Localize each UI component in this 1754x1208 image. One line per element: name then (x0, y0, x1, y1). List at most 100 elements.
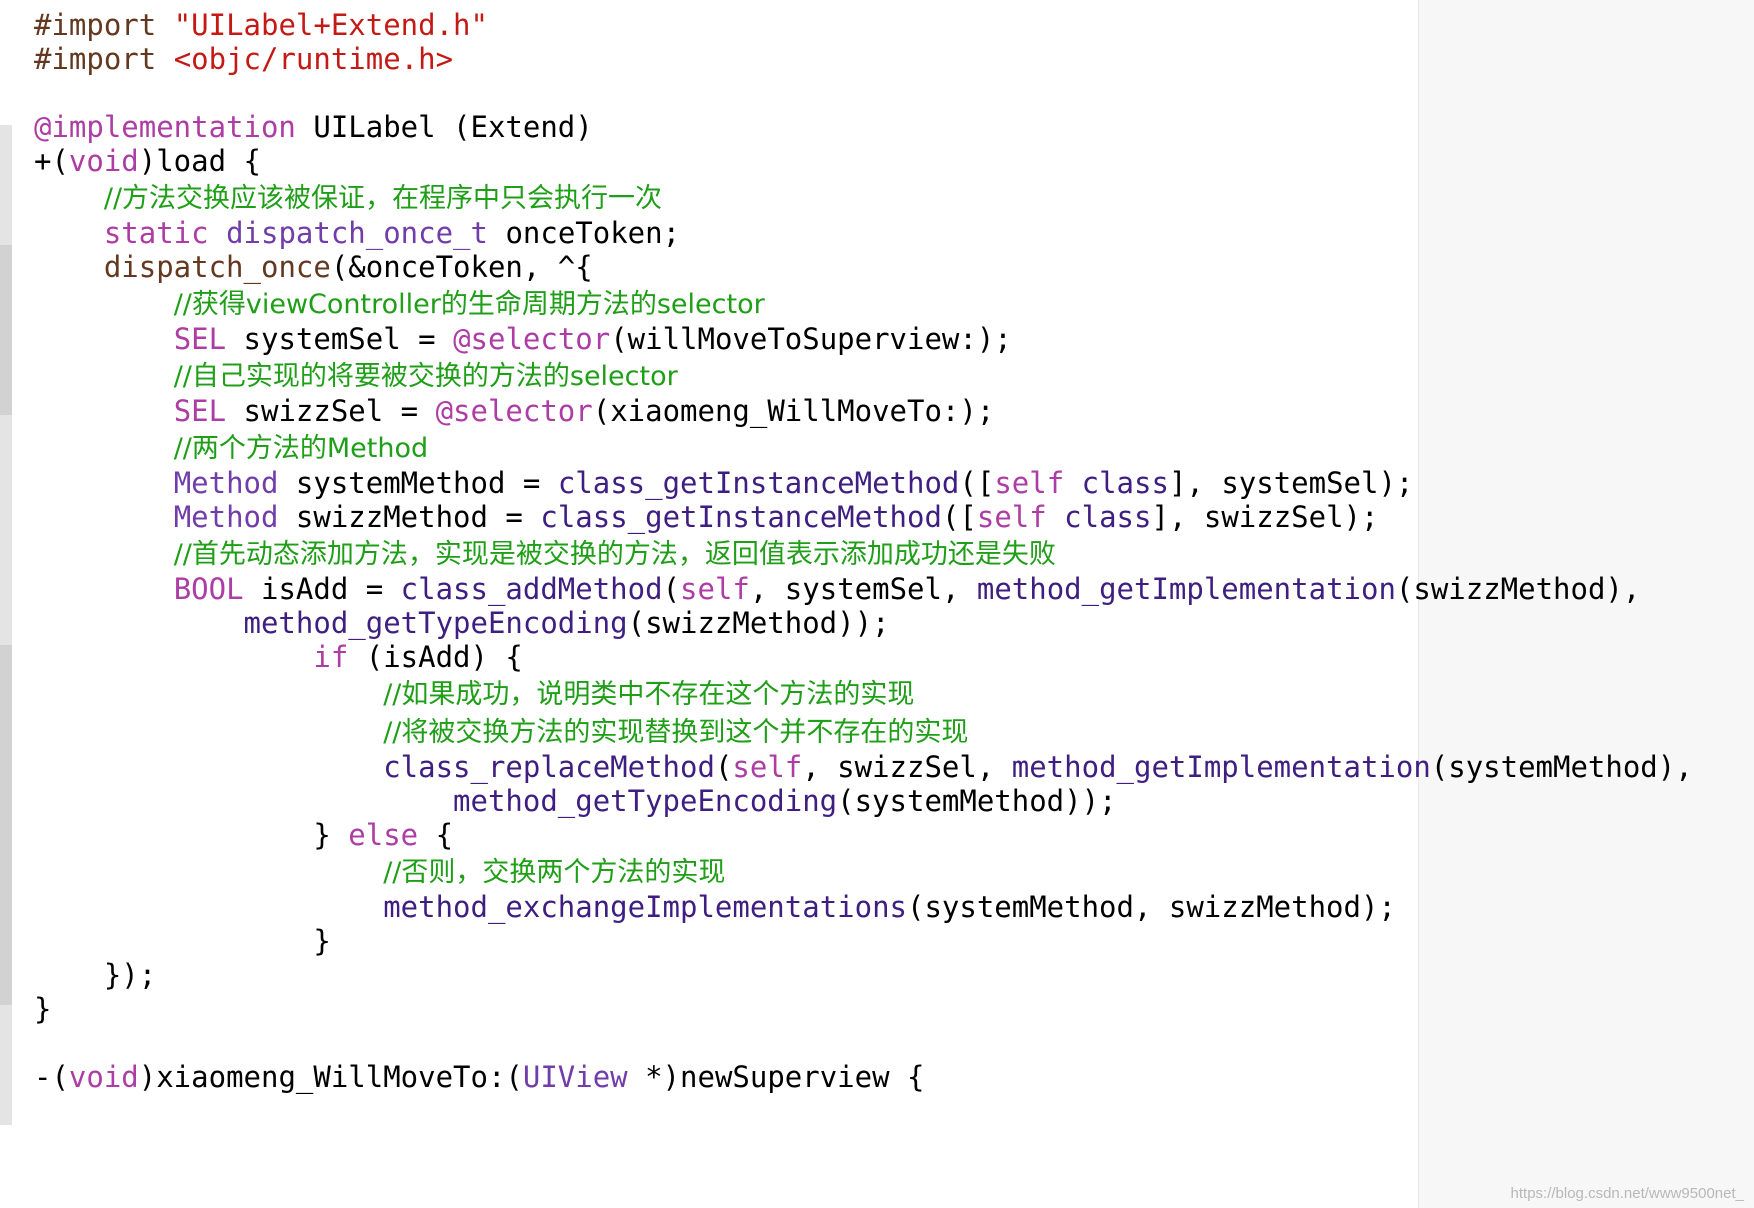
code-line[interactable]: //方法交换应该被保证，在程序中只会执行一次 (34, 178, 1734, 216)
source-code[interactable]: #import "UILabel+Extend.h" #import <objc/… (34, 8, 1734, 1094)
code-token: (systemMethod, swizzMethod); (907, 890, 1396, 924)
code-line[interactable]: Method systemMethod = class_getInstanceM… (34, 466, 1734, 500)
code-token: , systemSel, (749, 572, 977, 606)
code-line[interactable]: dispatch_once(&onceToken, ^{ (34, 250, 1734, 284)
code-line[interactable]: BOOL isAdd = class_addMethod(self, syste… (34, 572, 1734, 606)
code-line[interactable]: } (34, 992, 1734, 1026)
code-token: ( (662, 572, 681, 606)
code-line[interactable]: //获得viewController的生命周期方法的selector (34, 284, 1734, 322)
code-token: UIView (522, 1060, 628, 1094)
code-token: )load { (138, 144, 261, 178)
code-token: else (348, 818, 419, 852)
code-token: //将被交换方法的实现替换到这个并不存在的实现 (383, 717, 969, 748)
fold-marker[interactable] (0, 645, 12, 845)
code-line[interactable]: //自己实现的将要被交换的方法的selector (34, 356, 1734, 394)
code-token: *)newSuperview { (627, 1060, 925, 1094)
code-token: self (994, 466, 1065, 500)
watermark: https://blog.csdn.net/www9500net_ (1510, 1185, 1744, 1202)
code-token: onceToken; (487, 216, 681, 250)
code-line[interactable]: -(void)xiaomeng_WillMoveTo:(UIView *)new… (34, 1060, 1734, 1094)
code-line[interactable]: //两个方法的Method (34, 428, 1734, 466)
code-token: //否则，交换两个方法的实现 (383, 857, 726, 888)
fold-marker[interactable] (0, 245, 12, 415)
code-token: SEL (173, 322, 227, 356)
code-token: (&onceToken, ^{ (330, 250, 593, 284)
code-line[interactable]: static dispatch_once_t onceToken; (34, 216, 1734, 250)
code-line[interactable]: method_getTypeEncoding(systemMethod)); (34, 784, 1734, 818)
code-token: Method (173, 500, 279, 534)
code-line[interactable]: }); (34, 958, 1734, 992)
code-line[interactable]: @implementation UILabel (Extend) (34, 110, 1734, 144)
code-line[interactable]: method_exchangeImplementations(systemMet… (34, 890, 1734, 924)
code-token: (willMoveToSuperview:); (610, 322, 1012, 356)
code-token: <objc/runtime.h> (173, 42, 454, 76)
code-line[interactable]: #import <objc/runtime.h> (34, 42, 1734, 76)
code-line[interactable]: SEL swizzSel = @selector(xiaomeng_WillMo… (34, 394, 1734, 428)
code-token: @implementation (34, 110, 296, 144)
code-token: ], systemSel); (1168, 466, 1414, 500)
code-line[interactable]: SEL systemSel = @selector(willMoveToSupe… (34, 322, 1734, 356)
code-token: class_addMethod (400, 572, 663, 606)
code-token: (xiaomeng_WillMoveTo:); (592, 394, 995, 428)
code-token: method_getTypeEncoding (453, 784, 838, 818)
code-line[interactable]: class_replaceMethod(self, swizzSel, meth… (34, 750, 1734, 784)
code-token: self (732, 750, 803, 784)
code-token: method_getTypeEncoding (243, 606, 628, 640)
code-line[interactable]: } else { (34, 818, 1734, 852)
fold-marker[interactable] (0, 845, 12, 1005)
code-token: //方法交换应该被保证，在程序中只会执行一次 (103, 183, 663, 214)
code-line[interactable]: #import "UILabel+Extend.h" (34, 8, 1734, 42)
code-token: dispatch_once_t (226, 216, 488, 250)
code-token: swizzSel = (226, 394, 436, 428)
code-token: }); (34, 958, 157, 992)
code-line[interactable]: +(void)load { (34, 144, 1734, 178)
code-token: #import (34, 8, 174, 42)
code-line[interactable] (34, 76, 1734, 110)
code-line[interactable]: if (isAdd) { (34, 640, 1734, 674)
code-line[interactable]: //首先动态添加方法，实现是被交换的方法，返回值表示添加成功还是失败 (34, 534, 1734, 572)
code-token: } (34, 818, 349, 852)
code-token: +( (34, 144, 69, 178)
code-line[interactable]: method_getTypeEncoding(swizzMethod)); (34, 606, 1734, 640)
code-token: { (418, 818, 454, 852)
code-token: } (34, 992, 52, 1026)
code-token: -( (34, 1060, 69, 1094)
code-token: ( (714, 750, 733, 784)
code-token: swizzMethod = (278, 500, 541, 534)
code-token: (swizzMethod), (1395, 572, 1641, 606)
code-token: //首先动态添加方法，实现是被交换的方法，返回值表示添加成功还是失败 (173, 539, 1056, 570)
code-token: class (1081, 466, 1169, 500)
code-token: //两个方法的Method (173, 433, 429, 464)
code-token: method_getImplementation (1011, 750, 1431, 784)
code-line[interactable]: } (34, 924, 1734, 958)
code-line[interactable] (34, 1026, 1734, 1060)
code-line[interactable]: Method swizzMethod = class_getInstanceMe… (34, 500, 1734, 534)
code-token: class_getInstanceMethod (557, 466, 960, 500)
code-token: )xiaomeng_WillMoveTo:( (138, 1060, 523, 1094)
code-line[interactable]: //否则，交换两个方法的实现 (34, 852, 1734, 890)
code-line[interactable]: //如果成功，说明类中不存在这个方法的实现 (34, 674, 1734, 712)
code-editor[interactable]: #import "UILabel+Extend.h" #import <objc/… (0, 0, 1754, 1208)
code-folding-ribbon[interactable] (0, 125, 12, 1125)
code-token: "UILabel+Extend.h" (173, 8, 488, 42)
code-token: Method (173, 466, 279, 500)
code-token: ], swizzSel); (1151, 500, 1379, 534)
code-line[interactable]: //将被交换方法的实现替换到这个并不存在的实现 (34, 712, 1734, 750)
code-token: ([ (959, 466, 995, 500)
code-token: #import (34, 42, 174, 76)
code-token: //自己实现的将要被交换的方法的selector (173, 361, 678, 392)
